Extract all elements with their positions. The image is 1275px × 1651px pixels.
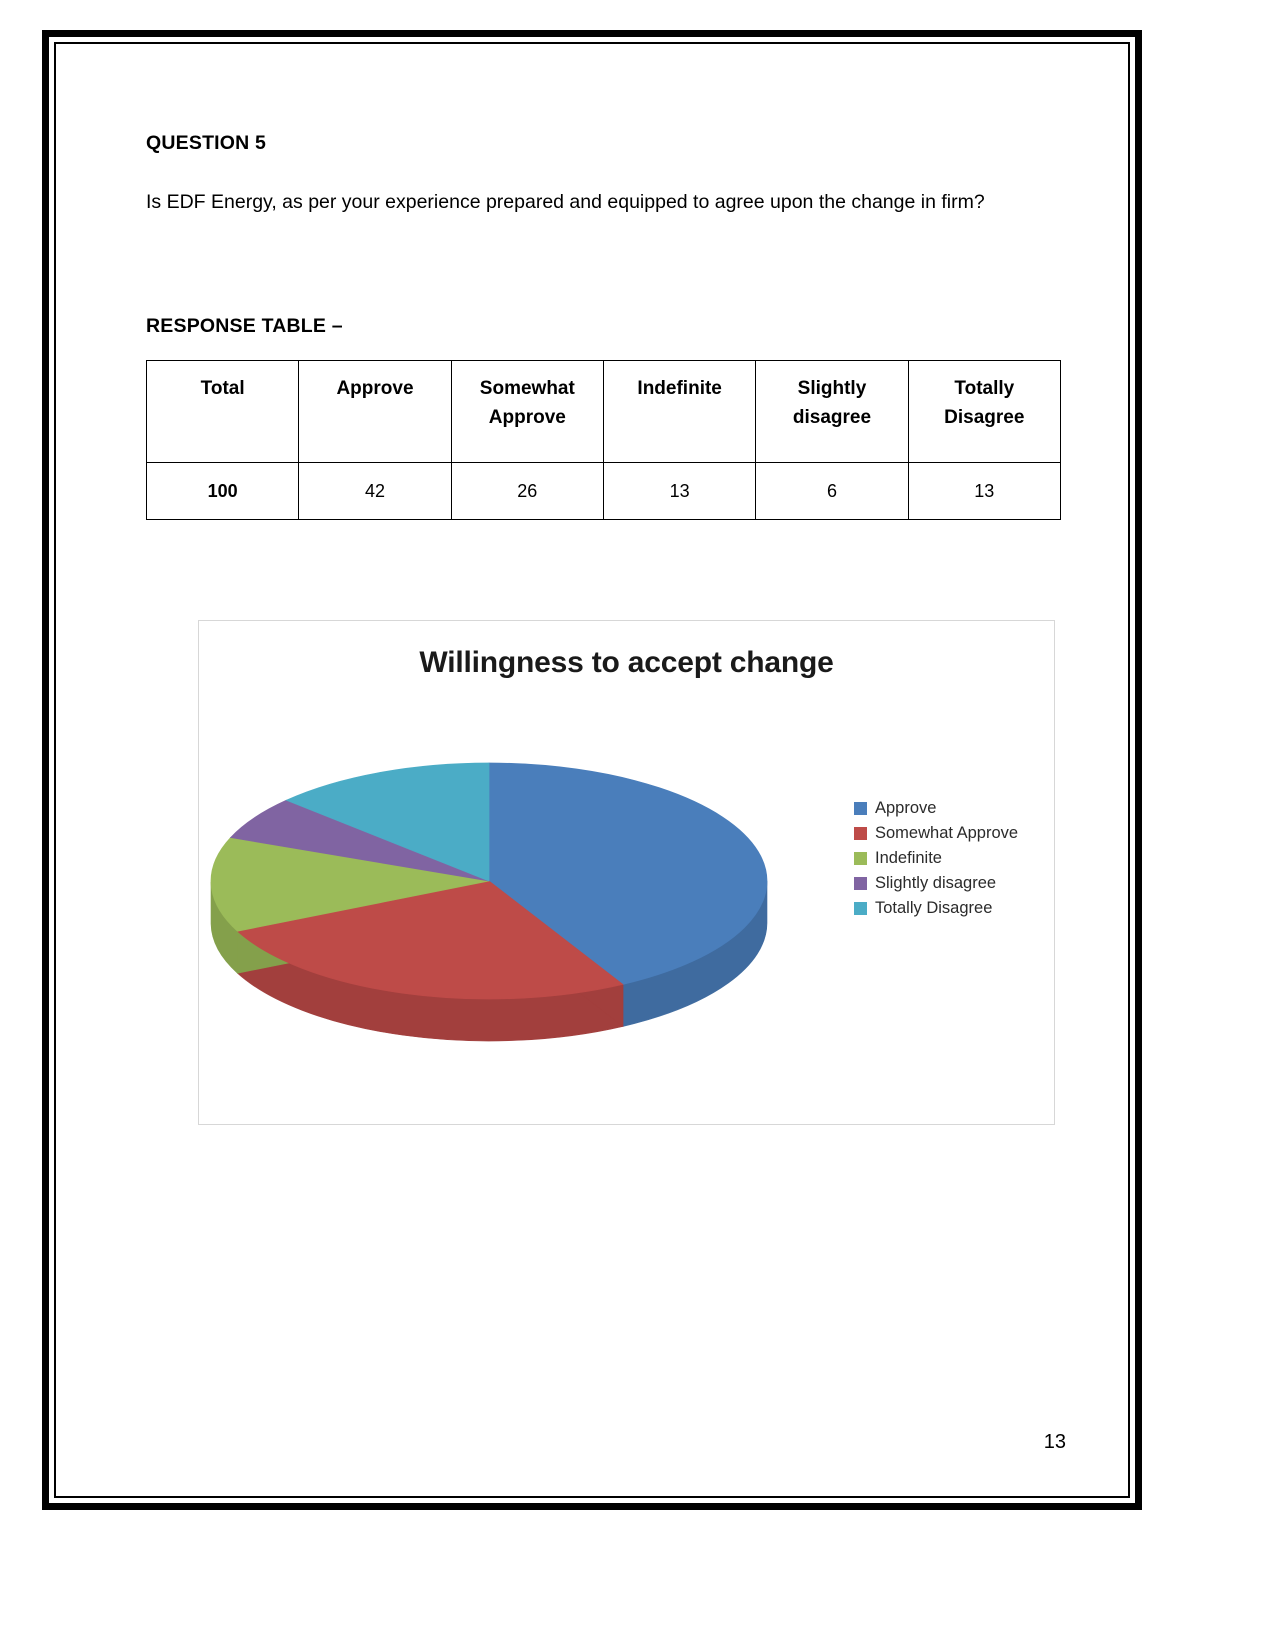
chart-panel: Willingness to accept change Approve Som… [198,620,1055,1126]
table-cell-approve: 42 [298,462,452,521]
legend-label: Totally Disagree [875,899,993,918]
header-line: Totally [954,378,1015,400]
legend-swatch-icon [854,852,867,866]
table-header-row: Total Approve Somewhat Approve Indefinit… [145,360,1062,464]
table-header-approve: Approve [298,360,452,464]
legend-label: Indefinite [875,849,942,868]
legend-swatch-icon [854,902,867,916]
legend-item-somewhat-approve: Somewhat Approve [854,821,1018,846]
legend-swatch-icon [854,827,867,841]
legend-item-approve: Approve [854,796,1018,821]
response-table: Total Approve Somewhat Approve Indefinit… [145,360,1062,521]
page-inner-border: QUESTION 5 Is EDF Energy, as per your ex… [54,42,1130,1498]
page-outer-border: QUESTION 5 Is EDF Energy, as per your ex… [42,30,1142,1510]
response-table-heading: RESPONSE TABLE – [146,315,343,338]
header-line: Total [200,378,245,400]
question-heading: QUESTION 5 [146,132,267,154]
table-cell-total: 100 [145,462,300,521]
legend-swatch-icon [854,877,867,891]
legend-item-indefinite: Indefinite [854,846,1018,871]
legend-item-totally-disagree: Totally Disagree [854,896,1018,921]
header-line: Disagree [944,407,1025,429]
page-number: 13 [1043,1431,1066,1453]
header-line: Somewhat [479,378,575,400]
legend-item-slightly-disagree: Slightly disagree [854,871,1018,896]
table-header-slightly-disagree: Slightly disagree [755,360,909,464]
header-line: Approve [336,378,414,400]
table-cell-somewhat-approve: 26 [450,462,604,521]
chart-legend: Approve Somewhat Approve Indefinite Slig… [854,796,1018,921]
chart-title: Willingness to accept change [419,646,834,680]
table-cell-slightly-disagree: 6 [755,462,909,521]
header-line: disagree [792,407,872,429]
table-header-somewhat-approve: Somewhat Approve [450,360,604,464]
header-line: Slightly [797,378,867,400]
table-cell-indefinite: 13 [602,462,757,521]
table-header-totally-disagree: Totally Disagree [907,360,1062,464]
header-line: Approve [488,407,566,429]
legend-label: Approve [875,799,937,818]
page-content: QUESTION 5 Is EDF Energy, as per your ex… [56,44,1128,1496]
legend-swatch-icon [854,802,867,816]
question-text-line-1: Is EDF Energy, as per your experience pr… [146,191,846,213]
table-cell-totally-disagree: 13 [907,462,1062,521]
question-text: Is EDF Energy, as per your experience pr… [146,183,1076,221]
question-text-line-2: change in firm? [851,191,985,213]
legend-label: Slightly disagree [875,874,997,893]
header-line: Indefinite [637,378,722,400]
legend-label: Somewhat Approve [875,824,1019,843]
table-header-total: Total [145,360,300,464]
table-header-indefinite: Indefinite [602,360,757,464]
table-row: 100 42 26 13 6 13 [145,462,1062,521]
